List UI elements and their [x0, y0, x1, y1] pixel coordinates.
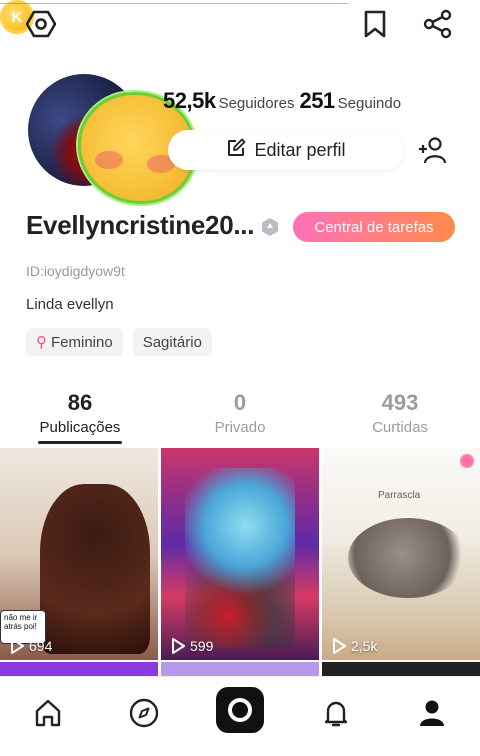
tab-publicacoes[interactable]: 86 Publicações	[0, 388, 160, 436]
tab-count: 86	[67, 390, 93, 415]
post-art	[40, 484, 150, 654]
play-icon	[172, 638, 185, 654]
post-art	[185, 468, 295, 648]
followers-label[interactable]: Seguidores	[219, 95, 295, 112]
tag-gender-label: Feminino	[51, 333, 113, 351]
top-bar: K	[0, 0, 480, 50]
profile-icon[interactable]	[408, 689, 456, 737]
compass-icon[interactable]	[120, 689, 168, 737]
coin-letter: K	[11, 8, 23, 26]
female-icon: ⚲	[36, 334, 47, 351]
edit-profile-label: Editar perfil	[254, 139, 346, 160]
camera-icon[interactable]	[216, 687, 264, 733]
bottom-nav	[0, 676, 480, 756]
post-thumbnail[interactable]: Parrascla 2,5k	[322, 448, 480, 660]
tab-label: Curtidas	[372, 419, 428, 436]
tasks-center-button[interactable]: Central de tarefas	[293, 212, 455, 242]
share-icon[interactable]	[421, 7, 455, 41]
post-thumbnail[interactable]: 599	[161, 448, 319, 660]
play-count-value: 2,5k	[351, 638, 378, 654]
profile-avatar[interactable]	[28, 74, 196, 204]
tab-label: Privado	[214, 419, 266, 436]
play-count: 2,5k	[332, 638, 377, 654]
bell-icon[interactable]	[312, 689, 360, 737]
tab-privado[interactable]: 0 Privado	[160, 388, 320, 436]
bio-text: Linda evellyn	[26, 296, 114, 313]
profile-tabs: 86 Publicações 0 Privado 493 Curtidas	[0, 388, 480, 444]
tag-zodiac: Sagitário	[132, 328, 212, 356]
post-art	[348, 518, 468, 598]
username: Evellyncristine20...	[26, 210, 255, 240]
following-label[interactable]: Seguindo	[338, 95, 401, 112]
verified-badge-icon[interactable]	[260, 217, 280, 237]
profile-tags: ⚲ Feminino Sagitário	[26, 328, 212, 356]
bookmark-icon[interactable]	[358, 7, 392, 41]
post-caption: Parrascla	[378, 490, 421, 501]
sticker-cheek	[95, 151, 123, 169]
tag-zodiac-label: Sagitário	[142, 333, 202, 351]
tab-curtidas[interactable]: 493 Curtidas	[320, 388, 480, 436]
active-tab-indicator	[38, 441, 122, 444]
edit-icon	[226, 138, 246, 163]
play-count-value: 694	[29, 638, 53, 654]
play-icon	[333, 638, 346, 654]
following-count[interactable]: 251	[299, 88, 335, 114]
posts-grid: não me ir atrás poi! 694 599 Parrascla 2…	[0, 448, 480, 678]
home-icon[interactable]	[24, 689, 72, 737]
followers-count[interactable]: 52,5k	[163, 88, 216, 114]
profile-stats: 52,5k Seguidores 251 Seguindo	[163, 88, 403, 114]
play-icon	[11, 638, 24, 654]
play-count: 694	[10, 638, 52, 654]
tab-count: 493	[381, 390, 419, 415]
play-count-value: 599	[190, 638, 214, 654]
user-id[interactable]: ID:ioydigdyow9t	[26, 263, 125, 279]
post-badge-icon	[460, 454, 474, 468]
tab-label: Publicações	[39, 419, 121, 436]
play-count: 599	[171, 638, 213, 654]
hexagon-settings-icon[interactable]	[24, 7, 58, 41]
top-divider	[0, 3, 348, 4]
add-friend-button[interactable]	[414, 132, 450, 168]
tab-count: 0	[233, 390, 247, 415]
add-user-icon	[419, 137, 447, 164]
post-thumbnail[interactable]: não me ir atrás poi! 694	[0, 448, 158, 660]
tag-gender: ⚲ Feminino	[26, 328, 123, 356]
edit-profile-button[interactable]: Editar perfil	[168, 130, 404, 170]
